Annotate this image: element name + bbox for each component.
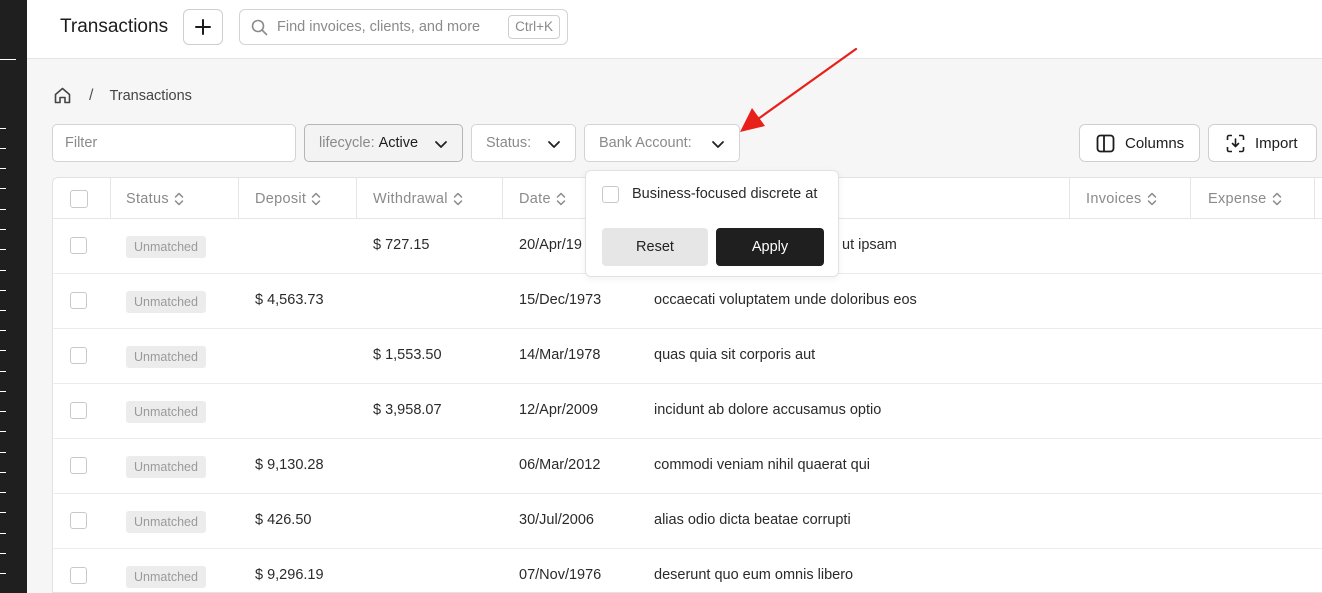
- date-cell: 06/Mar/2012: [519, 457, 601, 473]
- deposit-cell: $ 426.50: [255, 512, 312, 528]
- reset-button[interactable]: Reset: [602, 228, 708, 266]
- date-cell: 14/Mar/1978: [519, 347, 601, 363]
- select-all-checkbox[interactable]: [70, 190, 88, 208]
- page-title: Transactions: [60, 16, 169, 37]
- row-checkbox[interactable]: [70, 457, 87, 474]
- row-checkbox[interactable]: [70, 512, 87, 529]
- deposit-cell: $ 9,296.19: [255, 567, 324, 583]
- sort-icon: [453, 192, 462, 205]
- lifecycle-value: Active: [378, 135, 419, 151]
- sort-icon: [556, 192, 566, 205]
- import-icon: [1226, 134, 1245, 152]
- top-bar: Transactions Find invoices, clients, and…: [27, 0, 1322, 59]
- status-dropdown[interactable]: Status:: [471, 124, 576, 162]
- status-badge: Unmatched: [126, 291, 206, 313]
- import-label: Import: [1255, 134, 1298, 152]
- date-cell: 12/Apr/2009: [519, 402, 599, 418]
- chevron-down-icon: [435, 141, 447, 148]
- withdrawal-cell: $ 727.15: [373, 237, 430, 253]
- lifecycle-dropdown[interactable]: lifecycle: Active: [304, 124, 463, 162]
- chevron-down-icon: [548, 141, 560, 148]
- status-badge: Unmatched: [126, 346, 206, 368]
- column-invoices-label: Invoices: [1086, 190, 1142, 207]
- description-cell: occaecati voluptatem unde doloribus eos: [654, 292, 917, 308]
- row-checkbox[interactable]: [70, 292, 87, 309]
- status-badge: Unmatched: [126, 511, 206, 533]
- table-row[interactable]: Unmatched $ 1,553.50 14/Mar/1978 quas qu…: [53, 329, 1322, 384]
- table-row[interactable]: Unmatched $ 3,958.07 12/Apr/2009 incidun…: [53, 384, 1322, 439]
- column-deposit[interactable]: Deposit: [255, 178, 321, 219]
- create-new-button[interactable]: [183, 9, 223, 45]
- date-cell: 20/Apr/19: [519, 237, 582, 253]
- columns-button[interactable]: Columns: [1079, 124, 1200, 162]
- row-checkbox[interactable]: [70, 237, 87, 254]
- annotation-arrow-icon: [740, 47, 858, 132]
- status-dropdown-label: Status:: [486, 135, 532, 151]
- status-badge: Unmatched: [126, 456, 206, 478]
- apply-button[interactable]: Apply: [716, 228, 824, 266]
- search-shortcut-hint: Ctrl+K: [508, 15, 560, 39]
- filter-input[interactable]: Filter: [52, 124, 296, 162]
- date-cell: 30/Jul/2006: [519, 512, 594, 528]
- column-deposit-label: Deposit: [255, 190, 307, 207]
- column-expense[interactable]: Expense: [1208, 178, 1282, 219]
- column-date-label: Date: [519, 190, 551, 207]
- description-cell: ut ipsam: [842, 237, 897, 253]
- status-badge: Unmatched: [126, 401, 206, 423]
- status-badge: Unmatched: [126, 236, 206, 258]
- filter-placeholder: Filter: [65, 135, 98, 151]
- chevron-down-icon: [712, 141, 724, 148]
- home-icon[interactable]: [53, 86, 72, 105]
- global-search-input[interactable]: Find invoices, clients, and more Ctrl+K: [239, 9, 568, 45]
- search-icon: [251, 19, 268, 36]
- row-checkbox[interactable]: [70, 567, 87, 584]
- status-badge: Unmatched: [126, 566, 206, 588]
- left-rail: [0, 0, 27, 593]
- column-status[interactable]: Status: [126, 178, 184, 219]
- bank-account-label: Bank Account:: [599, 135, 692, 151]
- breadcrumb-current: Transactions: [109, 87, 192, 104]
- withdrawal-cell: $ 3,958.07: [373, 402, 442, 418]
- column-expense-label: Expense: [1208, 190, 1267, 207]
- sort-icon: [174, 192, 184, 205]
- table-row[interactable]: Unmatched $ 9,296.19 07/Nov/1976 deserun…: [53, 549, 1322, 592]
- columns-icon: [1096, 134, 1115, 152]
- breadcrumb-separator: /: [89, 86, 94, 104]
- bank-account-option-label[interactable]: Business-focused discrete at: [632, 186, 817, 202]
- bank-account-popover: Business-focused discrete at Reset Apply: [585, 170, 839, 277]
- description-cell: incidunt ab dolore accusamus optio: [654, 402, 882, 418]
- import-button[interactable]: Import: [1208, 124, 1317, 162]
- plus-icon: [195, 19, 211, 35]
- breadcrumb: / Transactions: [53, 86, 192, 105]
- deposit-cell: $ 9,130.28: [255, 457, 324, 473]
- column-withdrawal-label: Withdrawal: [373, 190, 448, 207]
- row-checkbox[interactable]: [70, 347, 87, 364]
- column-withdrawal[interactable]: Withdrawal: [373, 178, 463, 219]
- sort-icon: [312, 192, 321, 205]
- bank-account-dropdown[interactable]: Bank Account:: [584, 124, 740, 162]
- search-placeholder: Find invoices, clients, and more: [277, 19, 481, 35]
- column-status-label: Status: [126, 190, 169, 207]
- sort-icon: [1147, 192, 1156, 205]
- columns-label: Columns: [1125, 134, 1185, 152]
- column-date[interactable]: Date: [519, 178, 566, 219]
- sort-icon: [1272, 192, 1281, 205]
- date-cell: 15/Dec/1973: [519, 292, 602, 308]
- table-row[interactable]: Unmatched $ 4,563.73 15/Dec/1973 occaeca…: [53, 274, 1322, 329]
- withdrawal-cell: $ 1,553.50: [373, 347, 442, 363]
- lifecycle-key: lifecycle:: [319, 135, 375, 151]
- table-row[interactable]: Unmatched $ 9,130.28 06/Mar/2012 commodi…: [53, 439, 1322, 494]
- column-invoices[interactable]: Invoices: [1086, 178, 1157, 219]
- description-cell: commodi veniam nihil quaerat qui: [654, 457, 870, 473]
- deposit-cell: $ 4,563.73: [255, 292, 324, 308]
- table-row[interactable]: Unmatched $ 426.50 30/Jul/2006 alias odi…: [53, 494, 1322, 549]
- description-cell: alias odio dicta beatae corrupti: [654, 512, 851, 528]
- date-cell: 07/Nov/1976: [519, 567, 602, 583]
- bank-account-option-checkbox[interactable]: [602, 186, 619, 203]
- description-cell: quas quia sit corporis aut: [654, 347, 816, 363]
- description-cell: deserunt quo eum omnis libero: [654, 567, 854, 583]
- row-checkbox[interactable]: [70, 402, 87, 419]
